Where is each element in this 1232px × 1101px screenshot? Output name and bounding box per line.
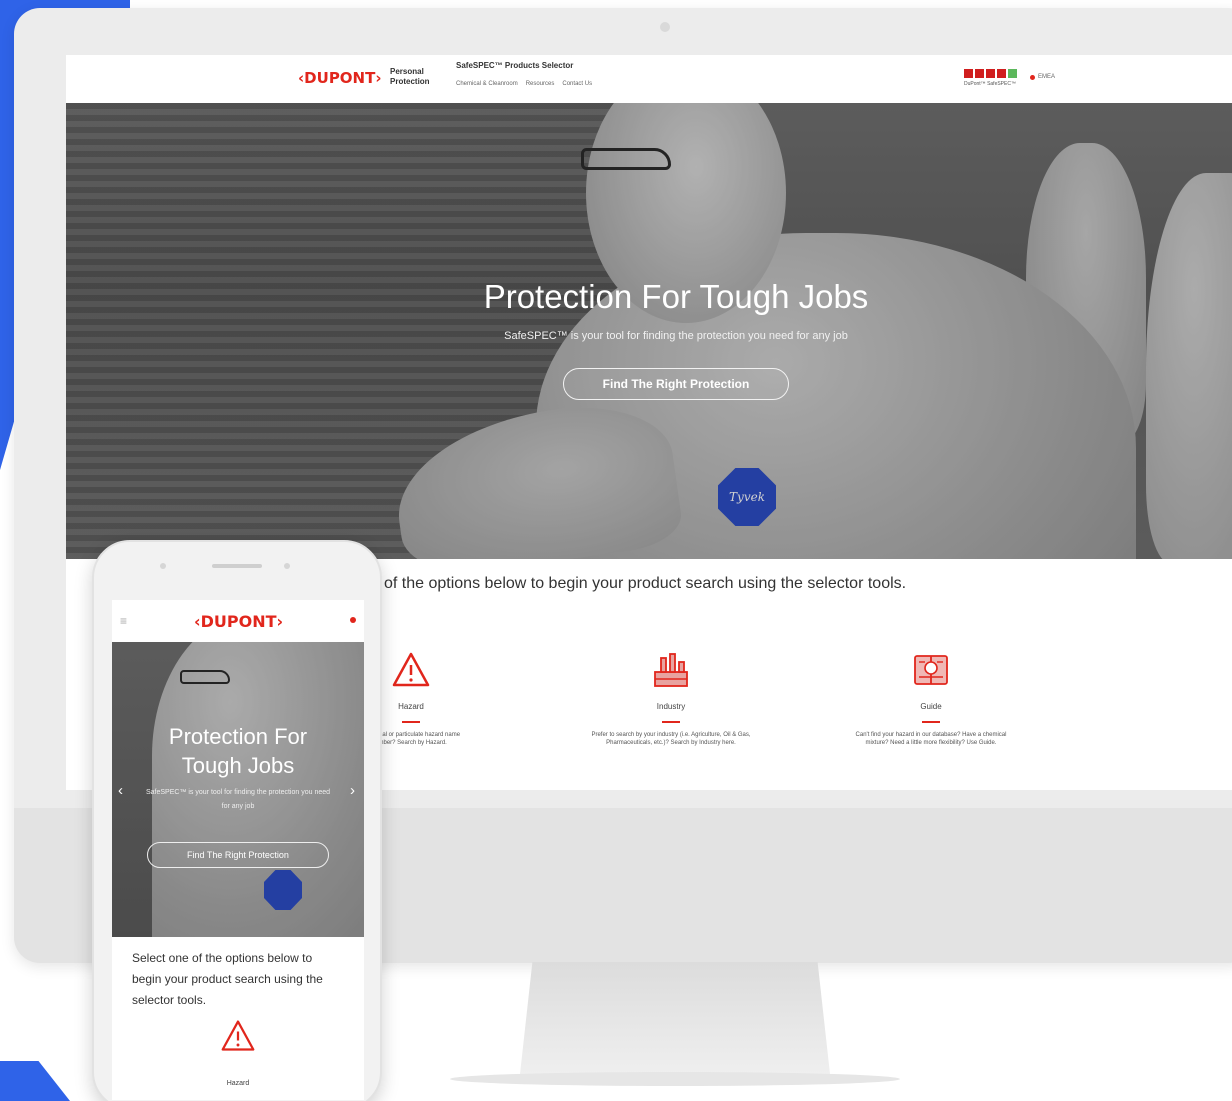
carousel-next-icon[interactable]: › bbox=[350, 782, 355, 799]
brand-subtitle-line-2: Protection bbox=[390, 77, 430, 86]
option-label: Guide bbox=[920, 702, 942, 711]
divider bbox=[922, 721, 940, 723]
warning-triangle-icon[interactable] bbox=[220, 1018, 256, 1054]
option-description: Pharmaceuticals, etc.)? Search by Indust… bbox=[606, 740, 736, 746]
selector-intro-text: of the options below to begin your produ… bbox=[384, 575, 907, 592]
language-selector[interactable]: EMEA bbox=[1030, 74, 1055, 80]
monitor-stand bbox=[520, 962, 830, 1074]
mobile-hero-title-line-1: Protection For bbox=[168, 724, 308, 749]
carousel-prev-icon[interactable]: ‹ bbox=[118, 782, 123, 799]
option-description: mixture? Need a little more flexibility?… bbox=[865, 740, 997, 746]
main-nav: Chemical & Cleanroom Resources Contact U… bbox=[456, 81, 592, 87]
phone-camera-icon bbox=[284, 563, 290, 569]
divider bbox=[402, 721, 420, 723]
mobile-selector-intro-text: Select one of the options below to begin… bbox=[132, 951, 323, 1007]
dupont-logo-mobile[interactable]: ‹DUPONT› bbox=[194, 612, 283, 631]
product-title[interactable]: SafeSPEC™ Products Selector bbox=[456, 61, 573, 70]
mobile-hero-title-line-2: Tough Jobs bbox=[181, 753, 295, 778]
safespec-color-bar-icon bbox=[964, 69, 1017, 78]
hero-title: Protection For Tough Jobs bbox=[483, 278, 869, 315]
nav-item-resources[interactable]: Resources bbox=[526, 81, 555, 87]
color-bar-caption: DuPont™ SafeSPEC™ bbox=[964, 81, 1016, 87]
warning-triangle-icon bbox=[392, 652, 430, 687]
option-description: Can't find your hazard in our database? … bbox=[855, 732, 1007, 738]
phone-mockup: ≡ ‹DUPONT› Protection For Tough Jobs ‹ ›… bbox=[92, 540, 382, 1101]
mobile-option-hazard-label[interactable]: Hazard bbox=[112, 1080, 364, 1087]
brand-subtitle-line-1: Personal bbox=[390, 67, 424, 76]
mobile-hero-title: Protection For Tough Jobs bbox=[112, 722, 364, 780]
site-header: ‹DUPONT› Personal Protection SafeSPEC™ P… bbox=[66, 55, 1232, 103]
option-guide[interactable]: Guide Can't find your hazard in our data… bbox=[806, 650, 1056, 747]
phone-screen: ≡ ‹DUPONT› Protection For Tough Jobs ‹ ›… bbox=[112, 600, 364, 1100]
factory-icon bbox=[654, 653, 688, 687]
hamburger-menu-icon[interactable]: ≡ bbox=[120, 614, 127, 628]
hero-banner: Tyvek Protection For Tough Jobs SafeSPEC… bbox=[66, 103, 1232, 559]
mobile-hero-subtitle: SafeSPEC™ is your tool for finding the p… bbox=[145, 789, 331, 810]
divider bbox=[662, 721, 680, 723]
option-label: Industry bbox=[656, 702, 686, 711]
globe-icon bbox=[1030, 74, 1035, 80]
brand-subtitle: Personal Protection bbox=[390, 67, 430, 87]
nav-item-contact-us[interactable]: Contact Us bbox=[562, 81, 592, 87]
globe-icon[interactable] bbox=[350, 617, 356, 623]
phone-speaker bbox=[212, 564, 262, 568]
nav-item-chemical-cleanroom[interactable]: Chemical & Cleanroom bbox=[456, 81, 518, 87]
mobile-hero-banner: Protection For Tough Jobs ‹ › SafeSPEC™ … bbox=[112, 642, 364, 937]
camera-icon bbox=[660, 22, 670, 32]
blue-accent-shape-bottom bbox=[0, 1061, 70, 1101]
find-protection-button[interactable]: Find The Right Protection bbox=[563, 368, 789, 400]
language-label: EMEA bbox=[1038, 74, 1056, 80]
guide-book-icon bbox=[914, 655, 948, 685]
option-description: Prefer to search by your industry (i.e. … bbox=[591, 732, 751, 738]
option-industry[interactable]: Industry Prefer to search by your indust… bbox=[546, 650, 796, 747]
monitor-stand-base bbox=[450, 1072, 900, 1086]
phone-sensor bbox=[160, 563, 166, 569]
dupont-logo[interactable]: ‹DUPONT› bbox=[298, 69, 382, 87]
mobile-find-protection-button[interactable]: Find The Right Protection bbox=[147, 842, 329, 868]
hero-subtitle: SafeSPEC™ is your tool for finding the p… bbox=[504, 330, 848, 342]
